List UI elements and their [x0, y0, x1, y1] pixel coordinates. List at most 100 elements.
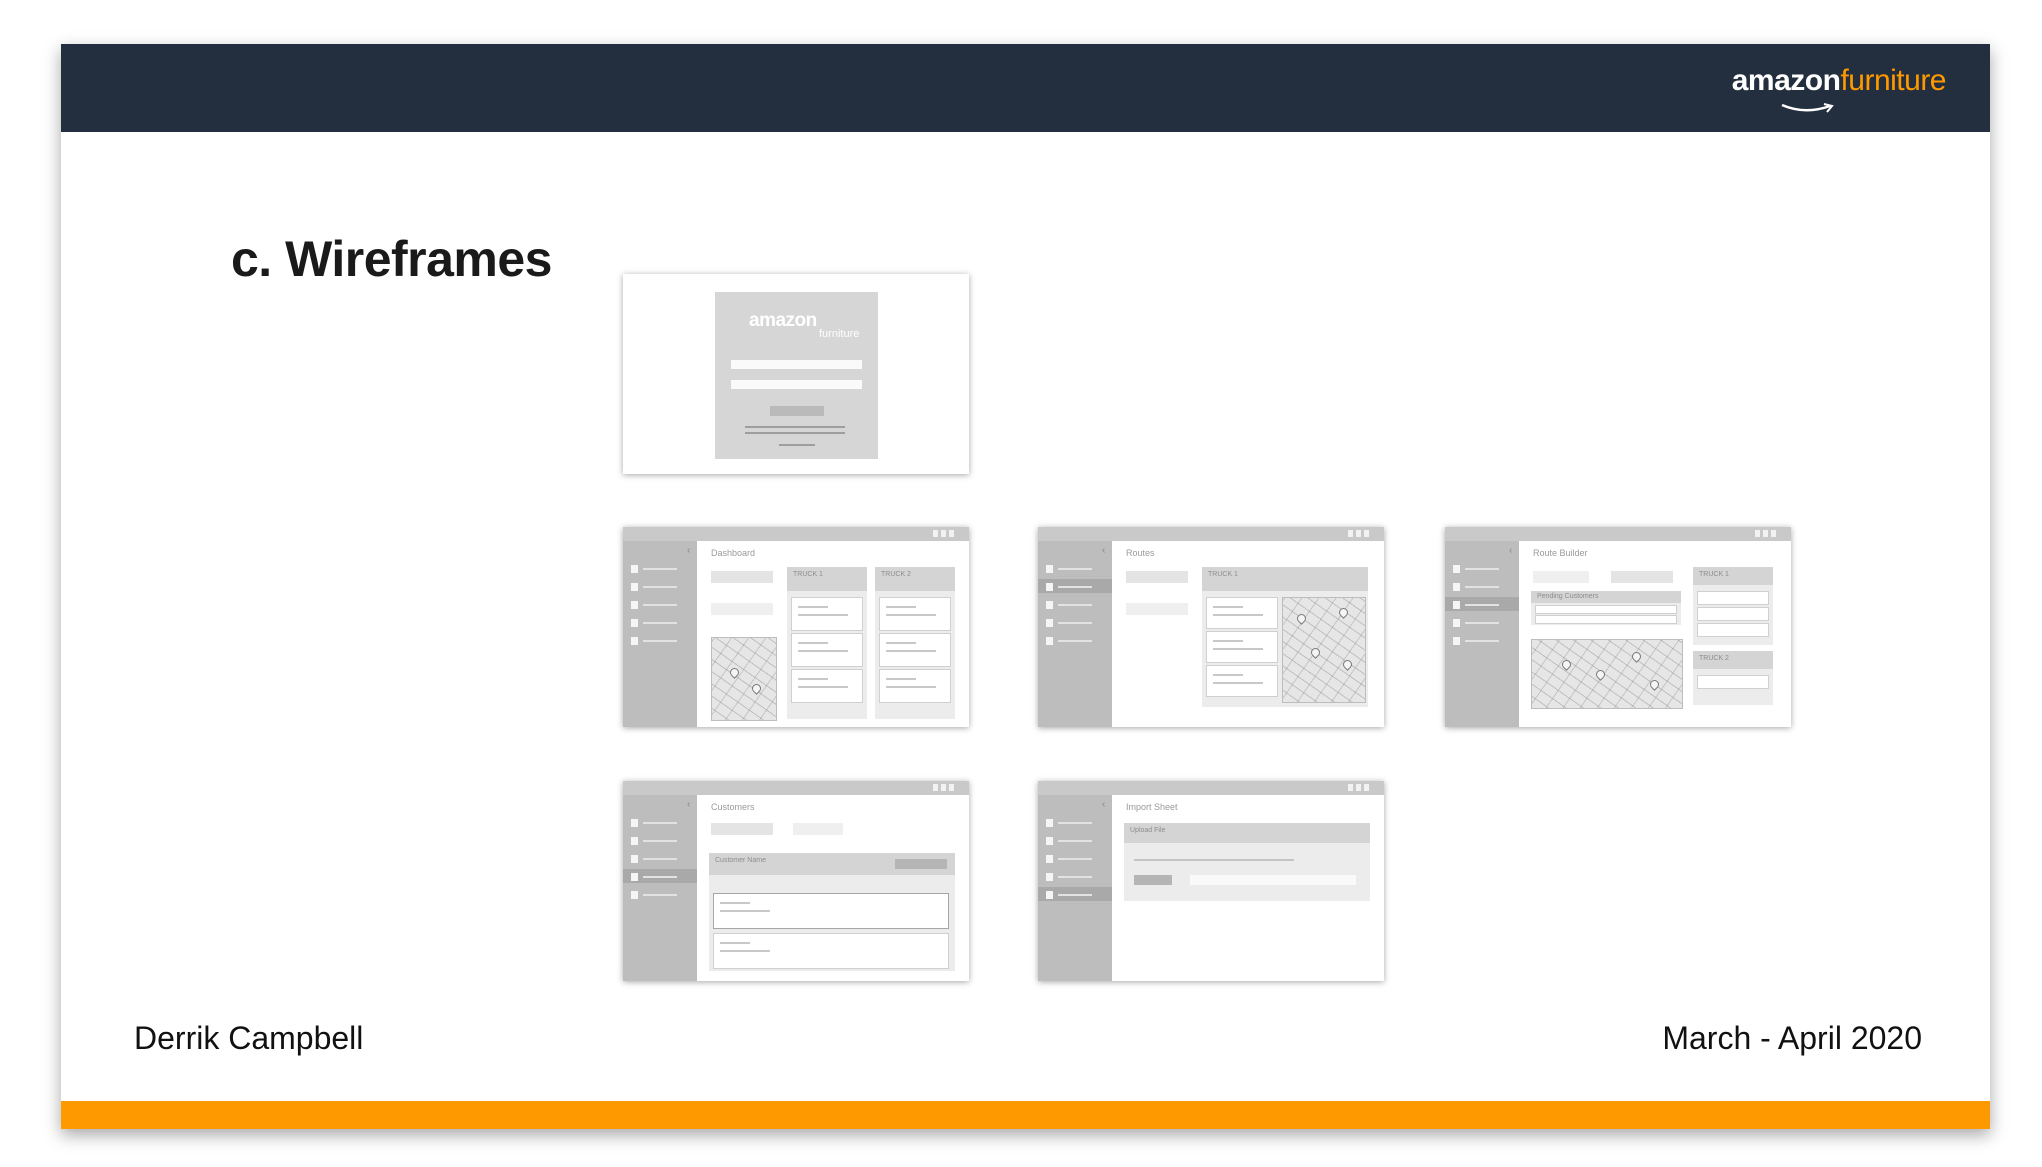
stop-card [1206, 631, 1278, 663]
wireframe-dashboard: ‹ Dashboard TRUCK 1 TRUCK 2 [623, 527, 969, 727]
login-logo-secondary: furniture [819, 328, 860, 340]
login-link-line [779, 444, 815, 446]
map-pin-icon [1594, 668, 1607, 681]
nav-icon [1046, 855, 1053, 863]
password-field [731, 380, 862, 389]
truck-column: TRUCK 1 [1202, 567, 1368, 707]
nav-icon [1453, 565, 1460, 573]
wireframe-customers: ‹ Customers Customer Name [623, 781, 969, 981]
map-pin-icon [1341, 658, 1354, 671]
header-band: amazonfurniture [61, 44, 1990, 132]
thumb-sidebar [623, 541, 697, 727]
nav-icon [1046, 619, 1053, 627]
stop-card [1697, 623, 1769, 637]
pending-customers-panel: Pending Customers [1531, 591, 1681, 625]
login-logo-primary: amazon [749, 310, 817, 331]
chevron-left-icon: ‹ [1102, 799, 1106, 810]
nav-icon [631, 819, 638, 827]
presentation-slide: amazonfurniture c. Wireframes amazon fur… [61, 44, 1990, 1129]
customer-row [1535, 615, 1677, 624]
nav-icon [1453, 601, 1460, 609]
thumb-header [623, 527, 969, 541]
truck-column-title: TRUCK 2 [1699, 655, 1729, 662]
stop-card [1206, 597, 1278, 629]
nav-icon [631, 873, 638, 881]
truck-column: TRUCK 1 [787, 567, 867, 719]
nav-icon [1046, 819, 1053, 827]
nav-icon [1046, 601, 1053, 609]
nav-icon [1046, 583, 1053, 591]
truck-column: TRUCK 1 [1693, 567, 1773, 645]
truck-column-title: TRUCK 1 [793, 571, 823, 578]
footer-band [61, 1101, 1990, 1129]
search-bar [711, 823, 773, 835]
import-heading: Import Sheet [1126, 802, 1178, 812]
header-icons [1348, 784, 1370, 791]
thumb-header [623, 781, 969, 795]
logo-primary-text: amazon [1731, 64, 1841, 97]
slide-title: c. Wireframes [231, 231, 553, 287]
chevron-left-icon: ‹ [687, 545, 691, 556]
truck-column: TRUCK 2 [1693, 651, 1773, 705]
author-name: Derrik Campbell [134, 1020, 364, 1056]
chevron-left-icon: ‹ [1102, 545, 1106, 556]
search-bar [1126, 571, 1188, 583]
date-picker [793, 823, 843, 835]
order-card [713, 933, 949, 969]
truck-column-title: TRUCK 2 [881, 571, 911, 578]
nav-icon [631, 583, 638, 591]
nav-icon [631, 619, 638, 627]
wireframe-route-builder: ‹ Route Builder Pending Customers TRUCK … [1445, 527, 1791, 727]
nav-icon [631, 891, 638, 899]
map-pin-icon [1337, 606, 1350, 619]
nav-icon [1046, 837, 1053, 845]
thumb-header [1445, 527, 1791, 541]
truck-column-title: TRUCK 1 [1208, 571, 1238, 578]
header-icons [1755, 530, 1777, 537]
pending-customers-title: Pending Customers [1537, 593, 1599, 600]
map-pin-icon [1648, 678, 1661, 691]
login-button [770, 406, 824, 416]
amazon-smile-icon [1781, 103, 1834, 113]
routes-heading: Routes [1126, 548, 1155, 558]
logo-secondary-text: furniture [1840, 64, 1946, 97]
truck-column-title: TRUCK 1 [1699, 571, 1729, 578]
nav-icon [631, 837, 638, 845]
stop-card [1697, 675, 1769, 689]
nav-icon [631, 565, 638, 573]
order-card [713, 893, 949, 929]
map-area [711, 637, 777, 721]
date-picker [1126, 603, 1188, 615]
thumb-sidebar [1445, 541, 1519, 727]
upload-panel: Upload File [1124, 823, 1370, 901]
stop-card [879, 597, 951, 631]
upload-button [1134, 875, 1172, 885]
username-field [731, 360, 862, 369]
truck-column: TRUCK 2 [875, 567, 955, 719]
stop-card [791, 633, 863, 667]
customer-row [1535, 605, 1677, 614]
stop-card [1206, 665, 1278, 697]
stop-card [791, 669, 863, 703]
date-picker [1533, 571, 1589, 583]
map-pin-icon [1560, 658, 1573, 671]
nav-icon [631, 601, 638, 609]
map-pin-icon [1295, 612, 1308, 625]
map-pin-icon [1309, 646, 1322, 659]
map-pin-icon [1630, 650, 1643, 663]
nav-icon [1046, 891, 1053, 899]
header-icons [933, 530, 955, 537]
login-panel: amazon furniture [715, 292, 878, 459]
search-bar [711, 571, 773, 583]
login-note-line [745, 432, 845, 434]
add-button [895, 859, 947, 869]
nav-icon [1046, 873, 1053, 881]
thumb-header [1038, 781, 1384, 795]
file-path-field [1190, 875, 1356, 885]
login-note-line [745, 426, 845, 428]
thumb-sidebar [623, 795, 697, 981]
nav-icon [1453, 583, 1460, 591]
stop-card [879, 633, 951, 667]
nav-icon [1453, 619, 1460, 627]
customers-heading: Customers [711, 802, 755, 812]
